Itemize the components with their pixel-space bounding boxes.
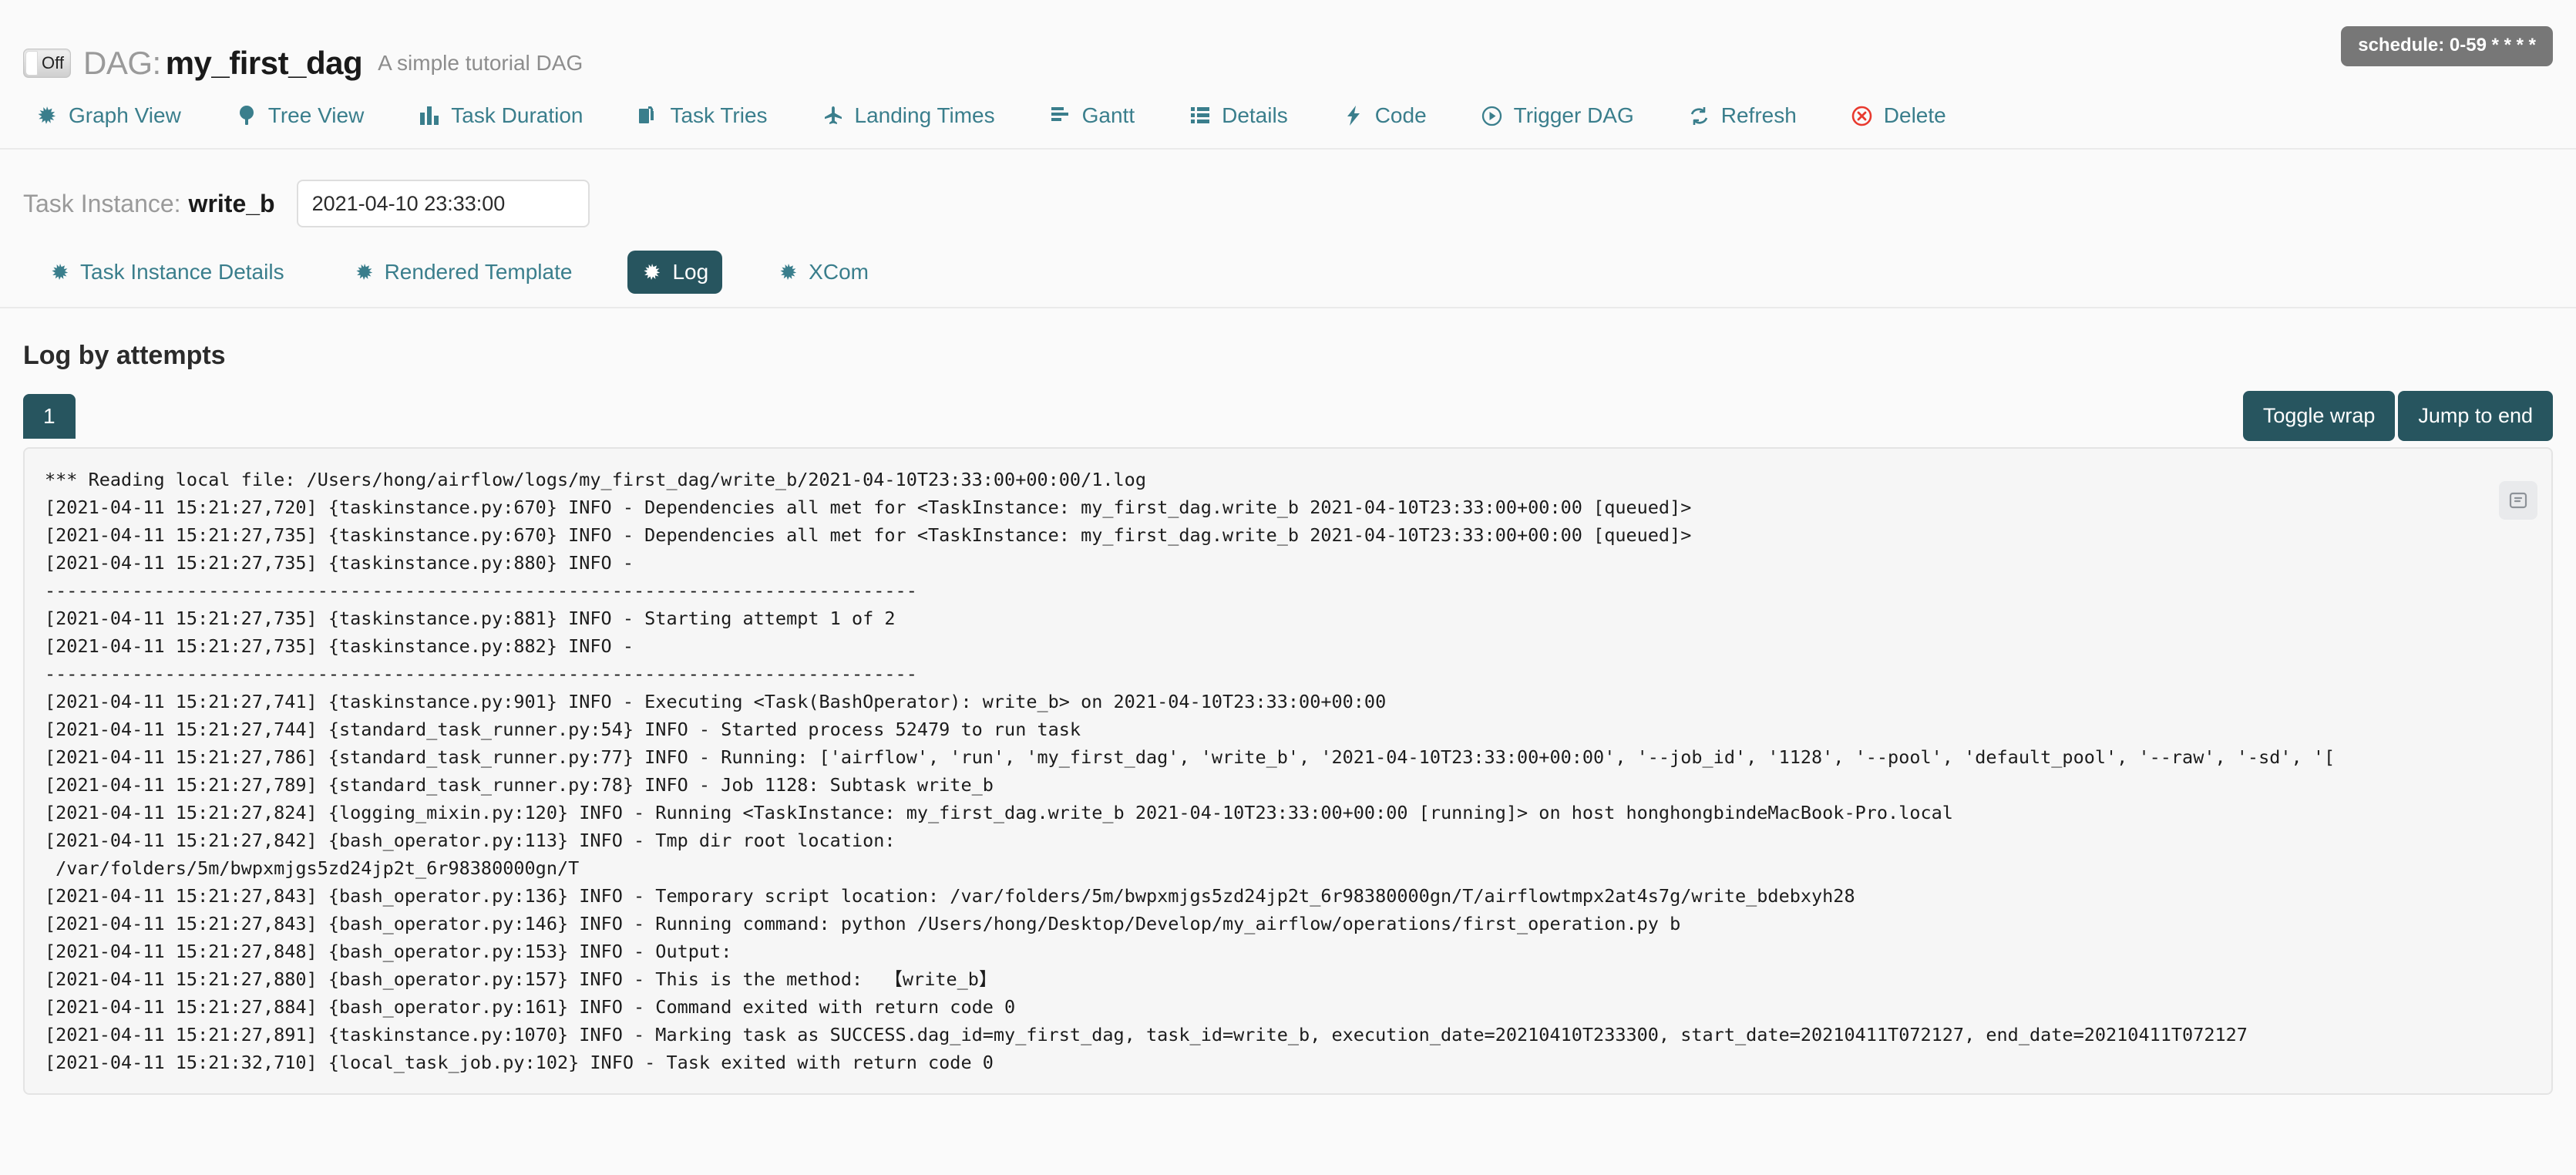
task-instance-id: write_b [188,189,275,217]
bar-chart-icon [418,104,441,127]
tab-rendered-template[interactable]: Rendered Template [340,251,587,294]
dag-pause-toggle[interactable]: Off [23,49,71,78]
dag-header: Off DAG: my_first_dag A simple tutorial … [0,0,2576,83]
nav-label: Code [1374,103,1427,127]
nav-gantt[interactable]: Gantt [1049,103,1135,128]
nav-trigger-dag[interactable]: Trigger DAG [1481,103,1634,128]
nav-label: Refresh [1720,103,1797,127]
nav-label: Tree View [267,103,365,127]
attempt-tab-1[interactable]: 1 [23,393,76,439]
task-instance-tabs: Task Instance Details Rendered Template … [0,237,2576,308]
nav-label: Task Tries [670,103,768,127]
tab-label: Task Instance Details [80,260,284,284]
execution-date-input[interactable] [296,180,590,227]
nav-label: Gantt [1081,103,1135,127]
log-action-buttons: Toggle wrap Jump to end [2242,391,2553,441]
nav-graph-view[interactable]: Graph View [35,103,181,128]
asterisk-icon [49,261,71,283]
nav-label: Task Duration [451,103,583,127]
list-icon [1189,104,1212,127]
toggle-state-label: Off [42,53,64,72]
plane-icon [822,104,845,127]
play-circle-icon [1481,104,1504,127]
tab-label: XCom [809,260,869,284]
nav-label: Landing Times [854,103,995,127]
nav-task-tries[interactable]: Task Tries [637,103,768,128]
delete-circle-icon [1851,104,1874,127]
dag-word-label: DAG: [83,45,161,81]
tab-log[interactable]: Log [627,251,723,294]
nav-details[interactable]: Details [1189,103,1288,128]
nav-label: Trigger DAG [1513,103,1634,127]
schedule-badge: schedule: 0-59 * * * * [2341,26,2553,66]
nav-task-duration[interactable]: Task Duration [418,103,583,128]
log-attempt-row: 1 Toggle wrap Jump to end [0,371,2576,441]
tab-task-instance-details[interactable]: Task Instance Details [35,251,298,294]
asterisk-icon [778,261,799,283]
task-instance-bar: Task Instance: write_b [0,150,2576,230]
attempt-tab-list: 1 [23,393,76,439]
dag-main-nav: Graph View Tree View Task Duration Task … [0,83,2576,150]
nav-label: Delete [1883,103,1946,127]
nav-code[interactable]: Code [1342,103,1427,128]
nav-label: Details [1222,103,1288,127]
airflow-log-page: Off DAG: my_first_dag A simple tutorial … [0,0,2576,1175]
asterisk-icon [354,261,375,283]
log-output-panel[interactable]: *** Reading local file: /Users/hong/airf… [23,447,2553,1095]
nav-delete[interactable]: Delete [1851,103,1946,128]
task-instance-label: Task Instance: [23,189,181,217]
toggle-wrap-button[interactable]: Toggle wrap [2242,391,2396,441]
tree-icon [235,104,258,127]
jump-to-end-button[interactable]: Jump to end [2398,391,2553,441]
copy-files-icon [637,104,660,127]
dag-description: A simple tutorial DAG [378,51,583,75]
log-text-content: *** Reading local file: /Users/hong/airf… [45,469,2336,1073]
toggle-knob [25,51,38,76]
tab-label: Rendered Template [384,260,573,284]
log-section-heading: Log by attempts [23,341,226,370]
nav-landing-times[interactable]: Landing Times [822,103,995,128]
nav-refresh[interactable]: Refresh [1688,103,1797,128]
nav-label: Graph View [69,103,181,127]
align-left-icon [1049,104,1072,127]
refresh-icon [1688,104,1711,127]
asterisk-icon [35,104,59,127]
tab-xcom[interactable]: XCom [764,251,883,294]
nav-tree-view[interactable]: Tree View [235,103,365,128]
log-scroll-indicator-icon[interactable] [2499,481,2537,520]
bolt-icon [1342,104,1365,127]
tab-label: Log [672,260,709,284]
page-title: my_first_dag [165,45,363,81]
asterisk-icon [641,261,663,283]
